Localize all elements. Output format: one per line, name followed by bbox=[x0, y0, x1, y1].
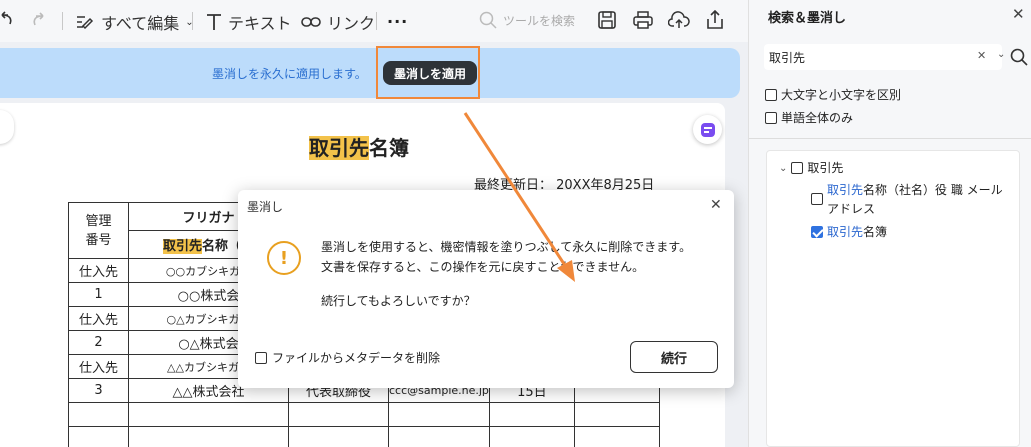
chevron-down-icon[interactable]: ⌄ bbox=[997, 49, 1005, 60]
search-redact-panel: 検索＆墨消し ✕ ✕ ⌄ 大文字と小文字を区別 単語全体のみ ⌄ 取引先 bbox=[748, 0, 1031, 447]
checkbox-box[interactable] bbox=[765, 88, 777, 101]
search-icon[interactable] bbox=[1010, 48, 1028, 66]
checkbox-box[interactable] bbox=[811, 226, 823, 238]
result-group-label: 取引先 bbox=[807, 161, 844, 175]
app-window: すべて編集 ⌄ テキスト リンク ··· ツールを検索 墨消しを永久に適用します… bbox=[0, 0, 1031, 447]
whole-word-option[interactable]: 単語全体のみ bbox=[765, 109, 853, 126]
result-item[interactable]: 取引先名簿 bbox=[811, 223, 887, 242]
result-group[interactable]: ⌄ 取引先 bbox=[779, 159, 843, 178]
result-item-text: 取引先名称（社名）役 職 メール アドレス bbox=[827, 183, 1003, 216]
panel-search-field[interactable]: ✕ ⌄ bbox=[764, 44, 1005, 70]
checkbox-box[interactable] bbox=[765, 111, 777, 124]
checkbox-box[interactable] bbox=[791, 162, 804, 174]
search-results: ⌄ 取引先 取引先名称（社名）役 職 メール アドレス 取引先名簿 bbox=[766, 150, 1020, 447]
match-case-option[interactable]: 大文字と小文字を区別 bbox=[765, 86, 901, 103]
checkbox-box[interactable] bbox=[811, 193, 823, 205]
whole-word-label: 単語全体のみ bbox=[781, 111, 854, 125]
panel-title: 検索＆墨消し bbox=[768, 11, 847, 26]
close-icon[interactable]: ✕ bbox=[1012, 5, 1025, 23]
chevron-down-icon[interactable]: ⌄ bbox=[779, 159, 787, 178]
result-item[interactable]: 取引先名称（社名）役 職 メール アドレス bbox=[811, 181, 1003, 219]
panel-divider bbox=[749, 138, 1031, 139]
annotation-arrow bbox=[463, 112, 575, 282]
match-case-label: 大文字と小文字を区別 bbox=[781, 88, 902, 102]
panel-search-input[interactable] bbox=[769, 47, 949, 67]
clear-icon[interactable]: ✕ bbox=[977, 49, 986, 62]
result-item-text: 取引先名簿 bbox=[827, 225, 888, 239]
